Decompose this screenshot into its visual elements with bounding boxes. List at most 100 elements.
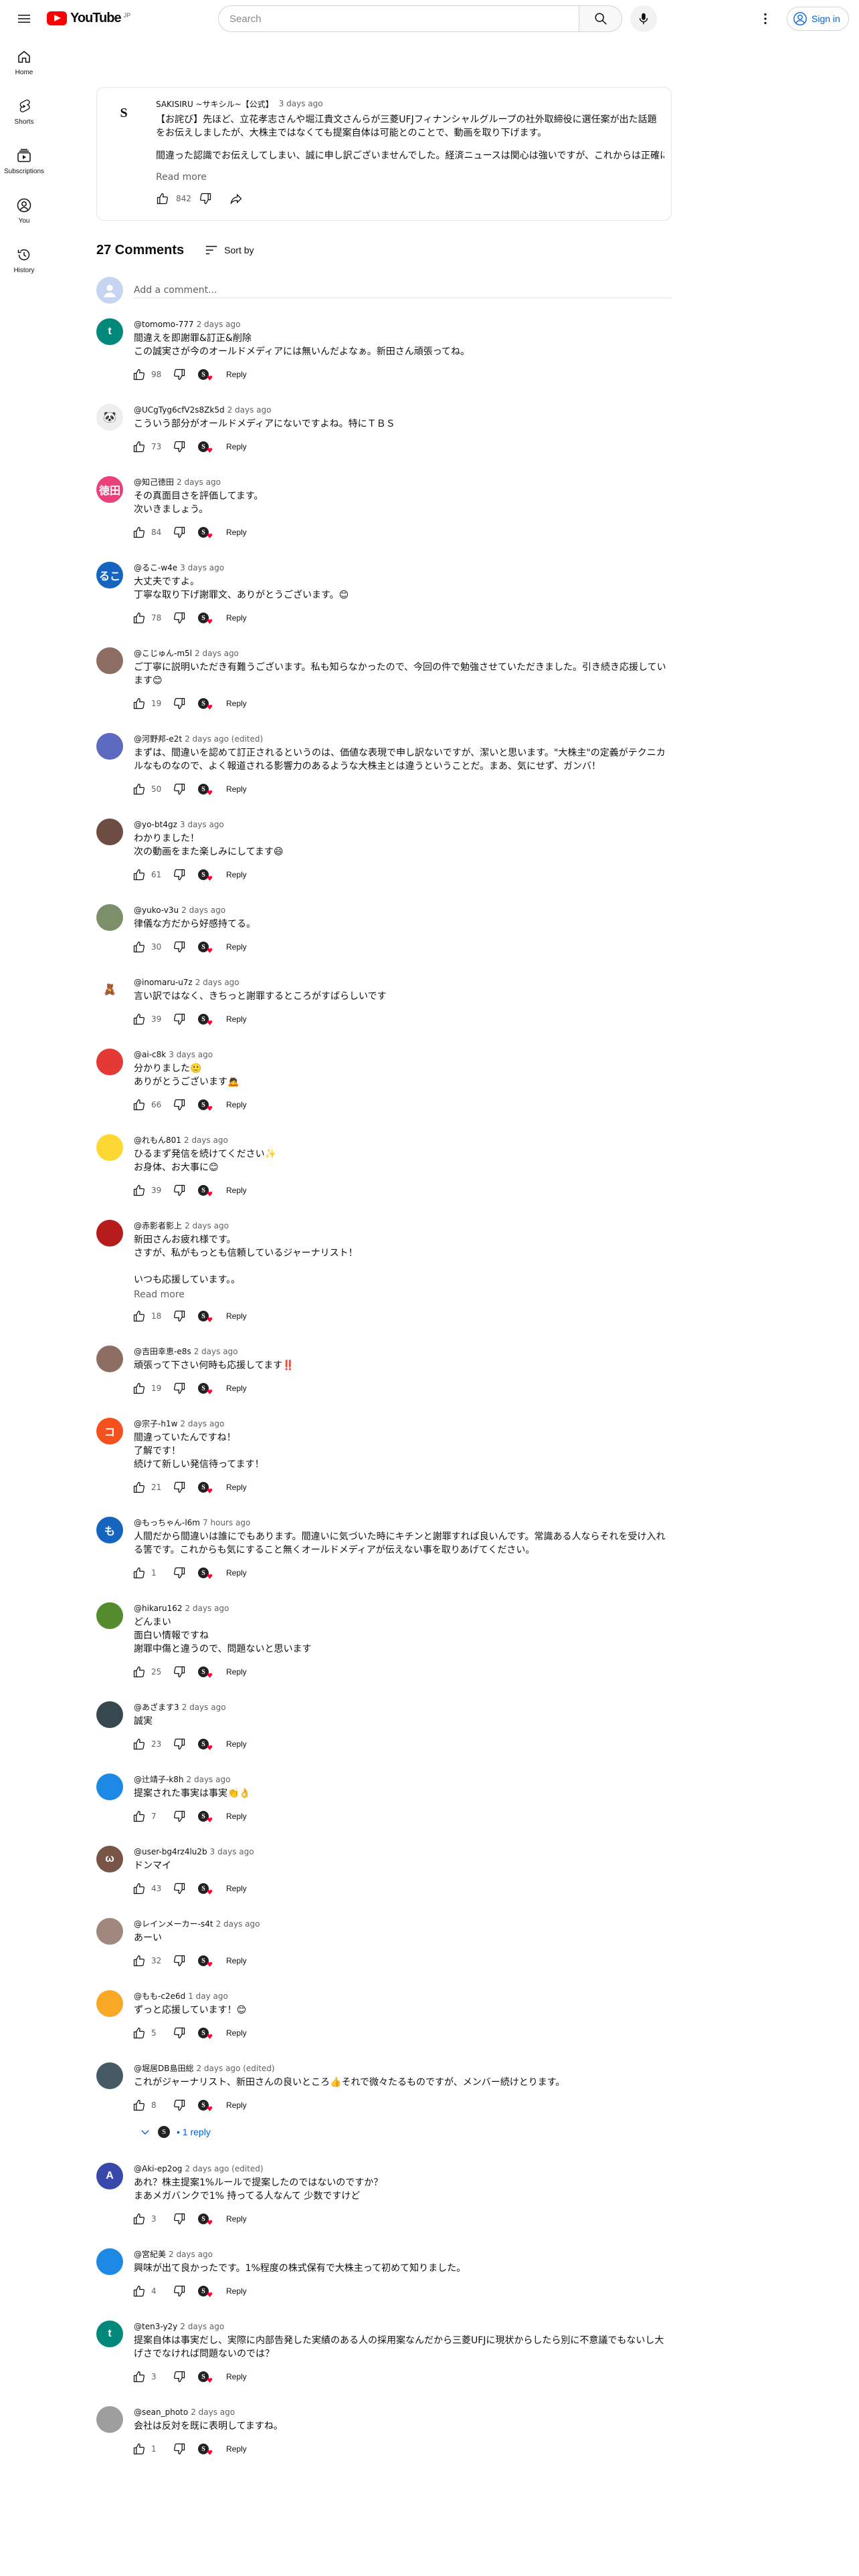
comment-time[interactable]: 2 days ago [177, 476, 221, 488]
comment-like-button[interactable] [130, 609, 149, 627]
comment-time[interactable]: 3 days ago [180, 819, 224, 831]
reply-button[interactable]: Reply [219, 1096, 254, 1113]
comment-author[interactable]: @sean_photo [134, 2406, 188, 2418]
comment-like-button[interactable] [130, 1735, 149, 1753]
reply-button[interactable]: Reply [219, 2024, 254, 2042]
reply-button[interactable]: Reply [219, 438, 254, 455]
comment-author-avatar[interactable] [96, 1346, 123, 1372]
comment-author[interactable]: @もも-c2e6d [134, 1990, 185, 2002]
comment-like-button[interactable] [130, 780, 149, 798]
comment-time[interactable]: 2 days ago (edited) [196, 2062, 274, 2074]
comment-author-avatar[interactable] [96, 1220, 123, 1247]
post-like-button[interactable] [153, 189, 172, 208]
reply-button[interactable]: Reply [219, 1735, 254, 1753]
comment-author-avatar[interactable] [96, 647, 123, 674]
reply-button[interactable]: Reply [219, 2282, 254, 2300]
comment-author[interactable]: @知己徳田 [134, 476, 174, 488]
comment-author-avatar[interactable] [96, 2062, 123, 2089]
comment-author[interactable]: @ten3-y2y [134, 2321, 177, 2333]
comment-author-avatar[interactable] [96, 819, 123, 845]
comment-author[interactable]: @こじゅん-m5l [134, 647, 192, 659]
comment-author[interactable]: @もっちゃん-l6m [134, 1517, 200, 1529]
comment-time[interactable]: 3 days ago [180, 562, 224, 574]
comment-like-button[interactable] [130, 437, 149, 456]
comment-author-avatar[interactable] [96, 1602, 123, 1629]
guide-menu-button[interactable] [11, 8, 37, 29]
comment-time[interactable]: 2 days ago [191, 2406, 235, 2418]
reply-button[interactable]: Reply [219, 695, 254, 712]
comment-author-avatar[interactable] [96, 904, 123, 931]
comment-author[interactable]: @れもん801 [134, 1134, 181, 1146]
comment-author-avatar[interactable] [96, 2406, 123, 2433]
comment-time[interactable]: 2 days ago [180, 1418, 224, 1430]
comment-like-button[interactable] [130, 1662, 149, 1681]
sign-in-button[interactable]: Sign in [787, 7, 849, 31]
comment-like-button[interactable] [130, 2210, 149, 2228]
comment-author[interactable]: @吉田幸恵-e8s [134, 1346, 191, 1358]
comment-dislike-button[interactable] [170, 1379, 189, 1398]
reply-button[interactable]: Reply [219, 1380, 254, 1397]
comment-like-button[interactable] [130, 865, 149, 884]
comment-author[interactable]: @あざます3 [134, 1701, 179, 1713]
comment-dislike-button[interactable] [170, 1564, 189, 1582]
comment-dislike-button[interactable] [170, 523, 189, 542]
comment-read-more-button[interactable]: Read more [134, 1289, 185, 1300]
sidebar-item-subscriptions[interactable]: Subscriptions [3, 136, 45, 186]
reply-button[interactable]: Reply [219, 524, 254, 541]
comment-time[interactable]: 2 days ago [194, 1346, 238, 1358]
comment-author[interactable]: @レインメーカー-s4t [134, 1918, 213, 1930]
comment-author-avatar[interactable]: t [96, 318, 123, 345]
reply-button[interactable]: Reply [219, 938, 254, 956]
comment-dislike-button[interactable] [170, 609, 189, 627]
post-share-button[interactable] [227, 189, 246, 208]
comment-author[interactable]: @河野邦-e2t [134, 733, 182, 745]
comment-like-button[interactable] [130, 1951, 149, 1970]
comment-like-button[interactable] [130, 523, 149, 542]
comment-time[interactable]: 2 days ago [187, 1774, 231, 1786]
reply-button[interactable]: Reply [219, 1808, 254, 1825]
comment-time[interactable]: 2 days ago [227, 404, 272, 416]
comment-dislike-button[interactable] [170, 1010, 189, 1029]
comment-dislike-button[interactable] [170, 1181, 189, 1200]
youtube-logo[interactable]: YouTube JP [47, 11, 130, 26]
comment-dislike-button[interactable] [170, 2210, 189, 2228]
comment-author[interactable]: @ai-c8k [134, 1049, 166, 1061]
comment-author-avatar[interactable]: コ [96, 1418, 123, 1444]
comment-author-avatar[interactable] [96, 2248, 123, 2275]
comment-author-avatar[interactable] [96, 1918, 123, 1945]
comment-dislike-button[interactable] [170, 938, 189, 956]
reply-button[interactable]: Reply [219, 1479, 254, 1496]
comment-dislike-button[interactable] [170, 2096, 189, 2115]
reply-button[interactable]: Reply [219, 366, 254, 383]
view-replies-button[interactable]: S • 1 reply [134, 2120, 221, 2144]
comment-time[interactable]: 2 days ago [195, 976, 240, 988]
comment-time[interactable]: 2 days ago (edited) [185, 2163, 263, 2175]
comment-time[interactable]: 3 days ago [169, 1049, 213, 1061]
post-read-more-button[interactable]: Read more [156, 172, 207, 183]
channel-name[interactable]: SAKISIRU ~サキシル~【公式】 [156, 98, 274, 110]
settings-menu-button[interactable] [755, 8, 776, 29]
comment-author-avatar[interactable]: ω [96, 1846, 123, 1872]
comment-author-avatar[interactable]: 🐼 [96, 404, 123, 431]
comment-time[interactable]: 2 days ago [197, 318, 241, 330]
comment-like-button[interactable] [130, 1564, 149, 1582]
comment-dislike-button[interactable] [170, 1662, 189, 1681]
reply-button[interactable]: Reply [219, 2368, 254, 2385]
comment-like-button[interactable] [130, 1010, 149, 1029]
comment-dislike-button[interactable] [170, 1807, 189, 1826]
search-input[interactable] [218, 5, 579, 32]
comment-time[interactable]: 2 days ago [182, 1701, 226, 1713]
comment-author-avatar[interactable]: も [96, 1517, 123, 1543]
comment-like-button[interactable] [130, 1807, 149, 1826]
comment-author[interactable]: @tomomo-777 [134, 318, 194, 330]
comment-author-avatar[interactable]: 🧸 [96, 976, 123, 1003]
reply-button[interactable]: Reply [219, 1952, 254, 1969]
comment-author-avatar[interactable] [96, 1701, 123, 1728]
comment-time[interactable]: 2 days ago [180, 2321, 224, 2333]
comment-like-button[interactable] [130, 1181, 149, 1200]
comment-dislike-button[interactable] [170, 1307, 189, 1325]
comment-author[interactable]: @堀居DB島田総 [134, 2062, 193, 2074]
comment-dislike-button[interactable] [170, 365, 189, 384]
comment-author-avatar[interactable] [96, 733, 123, 760]
comment-time[interactable]: 1 day ago [188, 1990, 228, 2002]
